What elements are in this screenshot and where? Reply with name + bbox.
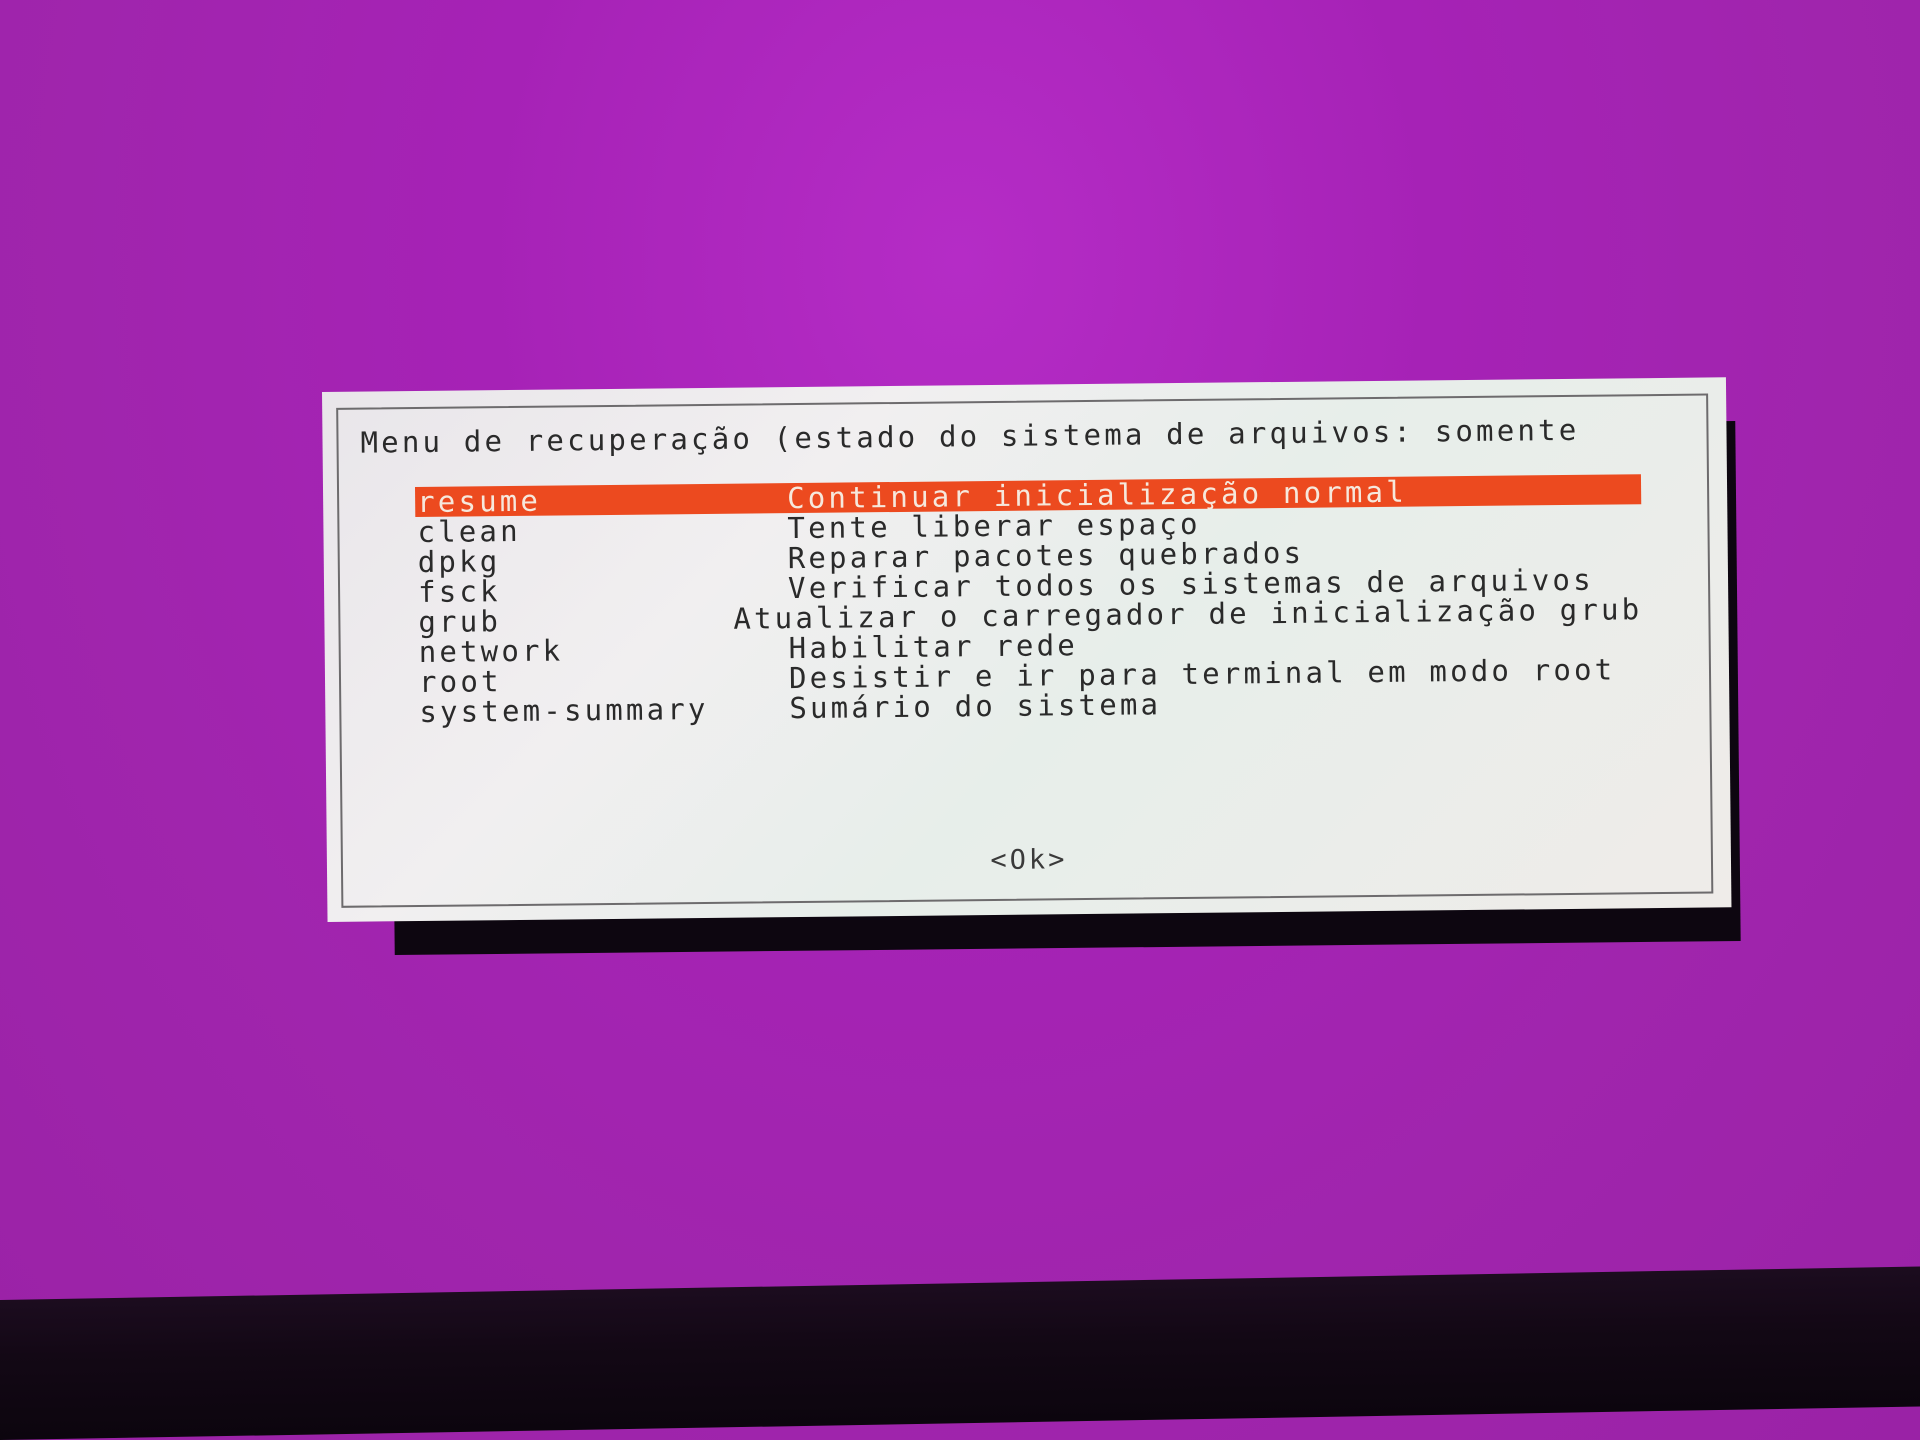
menu-item-tag: system-summary <box>419 691 709 729</box>
recovery-menu-dialog: Menu de recuperação (estado do sistema d… <box>322 377 1732 922</box>
recovery-menu-list: resume Continuar inicialização normal cl… <box>415 474 1643 729</box>
